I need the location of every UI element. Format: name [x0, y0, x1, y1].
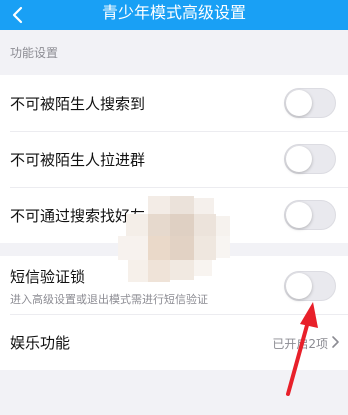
setting-row-no-stranger-group-invite: 不可被陌生人拉进群	[0, 131, 348, 187]
toggle-sms-lock[interactable]	[284, 271, 336, 301]
toggle-knob	[286, 202, 312, 228]
top-bar: 青少年模式高级设置	[0, 0, 348, 30]
sms-lock-description: 进入高级设置或退出模式需进行短信验证	[10, 293, 208, 306]
privacy-mosaic	[118, 196, 230, 288]
setting-row-entertainment[interactable]: 娱乐功能 已开启2项	[0, 314, 348, 370]
setting-label: 不可被陌生人拉进群	[10, 151, 146, 169]
toggle-knob	[286, 90, 312, 116]
toggle-no-stranger-group-invite[interactable]	[284, 144, 336, 174]
chevron-right-icon	[332, 336, 339, 348]
toggle-no-stranger-search[interactable]	[284, 88, 336, 118]
entertainment-status: 已开启2项	[272, 337, 328, 351]
setting-label: 不可被陌生人搜索到	[10, 95, 146, 113]
toggle-knob	[286, 273, 312, 299]
page-title: 青少年模式高级设置	[101, 3, 246, 22]
entertainment-label: 娱乐功能	[10, 334, 71, 352]
toggle-knob	[286, 146, 312, 172]
setting-row-no-stranger-search: 不可被陌生人搜索到	[0, 75, 348, 131]
sms-lock-label: 短信验证锁	[10, 268, 86, 286]
section-title: 功能设置	[10, 46, 59, 60]
toggle-no-search-add-friend[interactable]	[284, 200, 336, 230]
